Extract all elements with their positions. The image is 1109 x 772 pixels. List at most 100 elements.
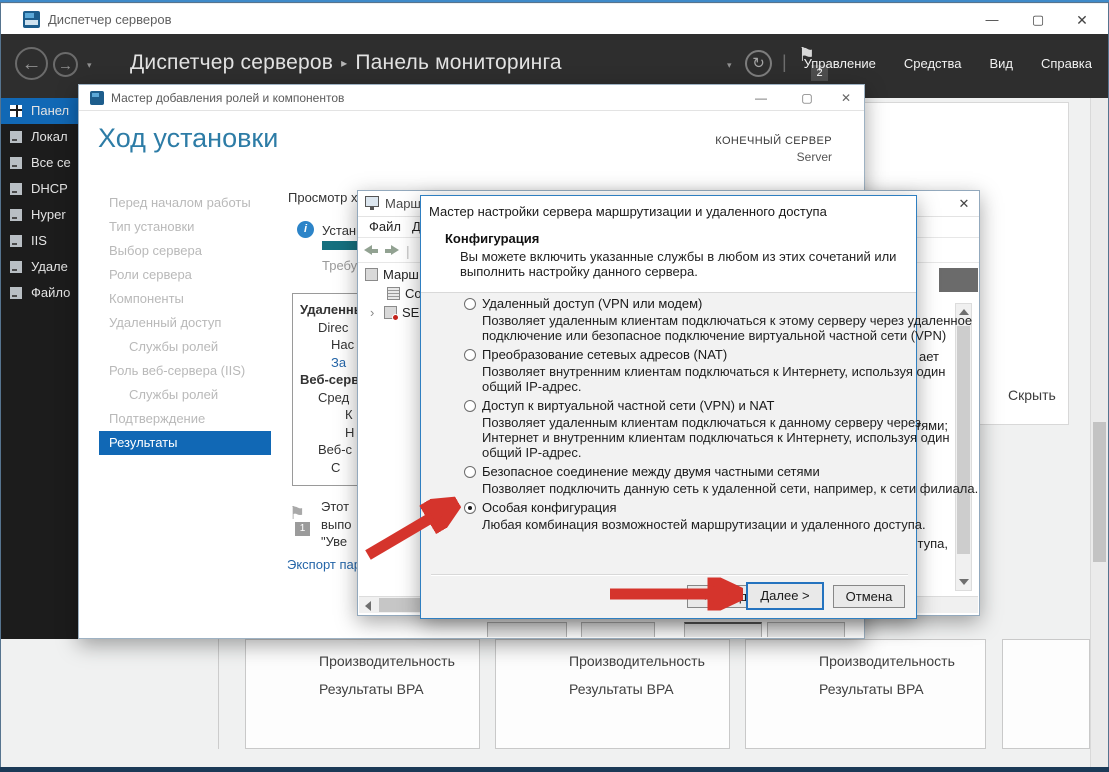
console-tree: Марш Со›SER [358, 265, 429, 322]
wizard-nav-item[interactable]: Роль веб-сервера (IIS) [99, 359, 271, 383]
file-services-icon [10, 287, 22, 299]
sidebar-item-label: Удале [31, 254, 68, 280]
breadcrumb-root[interactable]: Диспетчер серверов [130, 51, 333, 74]
console-vertical-scrollbar[interactable] [955, 303, 972, 591]
back-arrow-icon[interactable] [364, 245, 379, 256]
sidebar-item-local-server[interactable]: Локал [1, 124, 82, 150]
tile-performance-link[interactable]: Производительность [819, 653, 955, 669]
sidebar-item-all-servers[interactable]: Все се [1, 150, 82, 176]
refresh-icon[interactable]: ↻ [745, 50, 772, 77]
tree-node[interactable]: Марш [358, 265, 429, 284]
radio-unselected[interactable] [464, 400, 476, 412]
wizard-nav-item[interactable]: Тип установки [99, 215, 271, 239]
radio-unselected[interactable] [464, 298, 476, 310]
obscured-button[interactable] [581, 622, 655, 637]
forward-button[interactable]: → [53, 52, 78, 77]
wizard-nav-item[interactable]: Подтверждение [99, 407, 271, 431]
tile-bpa-link[interactable]: Результаты BPA [569, 681, 674, 697]
console-icon [365, 196, 379, 207]
close-button[interactable]: ✕ [1072, 10, 1092, 30]
sidebar: ПанелЛокалВсе сеDHCPHyperIISУдалеФайло [1, 98, 82, 639]
back-button[interactable]: ← [15, 47, 48, 80]
minimize-button[interactable]: — [982, 10, 1002, 30]
wizard-nav-item[interactable]: Удаленный доступ [99, 311, 271, 335]
config-option-label[interactable]: Доступ к виртуальной частной сети (VPN) … [482, 398, 906, 414]
hide-welcome-button[interactable]: Скрыть [1008, 387, 1056, 403]
details-text-fragment: ает [919, 349, 939, 364]
console-close-button[interactable]: ✕ [955, 195, 973, 213]
tile-performance-link[interactable]: Производительность [569, 653, 705, 669]
export-settings-link[interactable]: Экспорт пар [287, 557, 361, 572]
notification-badge: 1 [295, 522, 310, 536]
menu-Справка[interactable]: Справка [1041, 56, 1092, 71]
wizard-maximize-button[interactable]: ▢ [798, 89, 816, 107]
tile-web-server: Производительность Результаты BPA [495, 639, 730, 749]
forward-arrow-icon[interactable] [384, 245, 399, 256]
breadcrumb: Диспетчер серверов▸Панель мониторинга [130, 51, 562, 75]
tile-bpa-link[interactable]: Результаты BPA [819, 681, 924, 697]
wizard-nav-item[interactable]: Результаты [99, 431, 271, 455]
wizard-minimize-button[interactable]: — [752, 89, 770, 107]
menu-Средства[interactable]: Средства [904, 56, 962, 71]
manage-caret-icon[interactable]: ▾ [727, 60, 732, 71]
dialog-section-heading: Конфигурация [445, 231, 539, 246]
config-option-description: Позволяет подключить данную сеть к удале… [482, 481, 906, 496]
config-option-label[interactable]: Преобразование сетевых адресов (NAT) [482, 347, 906, 363]
wizard-nav-item[interactable]: Роли сервера [99, 263, 271, 287]
obscured-button[interactable] [487, 622, 567, 637]
tile-performance-link[interactable]: Производительность [319, 653, 455, 669]
sidebar-item-file-services[interactable]: Файло [1, 280, 82, 306]
tree-node-label[interactable]: Марш [383, 267, 419, 282]
maximize-button[interactable]: ▢ [1028, 10, 1048, 30]
menu-Вид[interactable]: Вид [989, 56, 1013, 71]
wizard-nav-item[interactable]: Службы ролей [99, 383, 271, 407]
sidebar-item-iis[interactable]: IIS [1, 228, 82, 254]
console-root-icon [365, 268, 378, 281]
radio-unselected[interactable] [464, 349, 476, 361]
config-option-label[interactable]: Особая конфигурация [482, 500, 906, 516]
scrollbar-thumb[interactable] [957, 326, 970, 554]
dashboard-icon [10, 105, 22, 117]
console-pane-header [939, 268, 978, 292]
obscured-button[interactable] [767, 622, 845, 637]
wizard-nav-item[interactable]: Компоненты [99, 287, 271, 311]
target-server-label: КОНЕЧНЫЙ СЕРВЕР [597, 135, 832, 147]
note-line: "Уве [321, 533, 352, 551]
cancel-button[interactable]: Отмена [833, 585, 905, 608]
config-option-label[interactable]: Удаленный доступ (VPN или модем) [482, 296, 906, 312]
note-line: Этот [321, 498, 352, 516]
breadcrumb-current: Панель мониторинга [355, 51, 561, 74]
sidebar-item-label: IIS [31, 228, 47, 254]
content-divider [218, 639, 219, 749]
wizard-nav-item[interactable]: Службы ролей [99, 335, 271, 359]
sidebar-item-dhcp[interactable]: DHCP [1, 176, 82, 202]
menu-Управление[interactable]: Управление [804, 56, 876, 71]
sidebar-item-remote-access[interactable]: Удале [1, 254, 82, 280]
sidebar-item-hyper-v[interactable]: Hyper [1, 202, 82, 228]
sidebar-item-dashboard[interactable]: Панел [1, 98, 82, 124]
radio-unselected[interactable] [464, 466, 476, 478]
config-option-label[interactable]: Безопасное соединение между двумя частны… [482, 464, 906, 480]
sidebar-item-label: Панел [31, 98, 69, 124]
toolbar-separator: | [406, 243, 410, 259]
tile-partial [1002, 639, 1090, 749]
wizard-nav-item[interactable]: Выбор сервера [99, 239, 271, 263]
scroll-left-icon[interactable] [365, 601, 371, 611]
expander-icon[interactable]: › [370, 303, 374, 322]
wizard-nav-item[interactable]: Перед началом работы [99, 191, 271, 215]
notification-flag-icon: ⚑ [289, 503, 305, 524]
nav-caret-icon[interactable]: ▾ [87, 60, 92, 71]
obscured-button[interactable] [684, 622, 762, 637]
tree-node[interactable]: Со [358, 284, 429, 303]
main-vertical-scrollbar[interactable] [1090, 98, 1108, 767]
next-button[interactable]: Далее > [746, 582, 824, 610]
sidebar-item-label: Hyper [31, 202, 66, 228]
scrollbar-thumb[interactable] [1093, 422, 1106, 562]
console-menu-Файл[interactable]: Файл [369, 219, 401, 234]
tree-node[interactable]: ›SER [358, 303, 429, 322]
header-divider: | [782, 52, 787, 73]
radio-selected[interactable] [464, 502, 476, 514]
wizard-close-button[interactable]: ✕ [837, 89, 855, 107]
scroll-down-icon[interactable] [959, 579, 969, 585]
tile-bpa-link[interactable]: Результаты BPA [319, 681, 424, 697]
